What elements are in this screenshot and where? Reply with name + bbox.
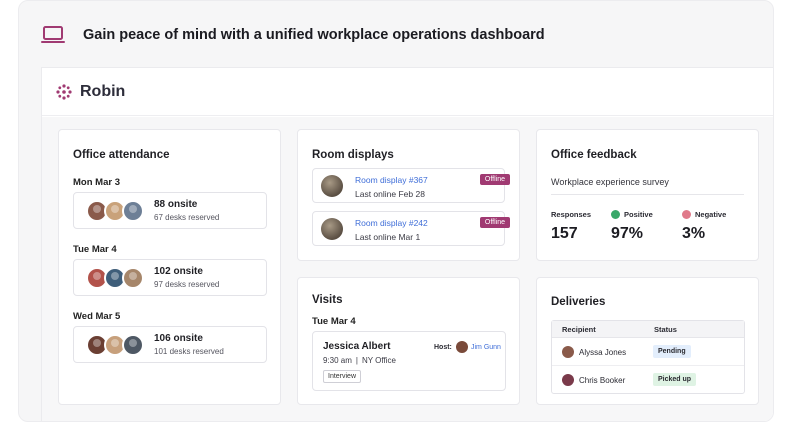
avatar: [122, 267, 144, 289]
deliveries-table: Recipient Status Alyssa Jones Pending Ch…: [551, 320, 745, 394]
attendance-day-label: Wed Mar 5: [73, 311, 121, 322]
avatar-group: [86, 267, 144, 289]
visit-separator: |: [355, 356, 358, 365]
robin-logo-icon: [56, 83, 72, 100]
stat-value: 97%: [611, 225, 644, 242]
divider: [551, 194, 744, 195]
status-badge: Picked up: [653, 373, 697, 386]
visit-type-tag: Interview: [323, 370, 362, 383]
negative-stat: Negative 3%: [682, 210, 726, 243]
attendance-day-label: Tue Mar 4: [73, 244, 117, 255]
visit-item[interactable]: Jessica Albert Host: Jim Gunn 9:30 am | …: [312, 331, 506, 391]
attendance-card: Office attendance Mon Mar 3 88 onsite 67…: [58, 129, 281, 405]
room-thumbnail: [321, 175, 343, 197]
visits-title: Visits: [312, 294, 343, 306]
host-label: Host:: [434, 344, 452, 351]
dashboard-header: Robin: [42, 68, 773, 116]
recipient-name: Alyssa Jones: [579, 348, 627, 357]
room-last-online: Last online Feb 28: [355, 189, 425, 199]
table-row[interactable]: Chris Booker Picked up: [552, 366, 744, 394]
host-avatar: [456, 341, 468, 353]
avatar: [562, 346, 574, 358]
attendance-day-card[interactable]: 102 onsite 97 desks reserved: [73, 259, 267, 296]
status-badge: Offline: [479, 217, 510, 228]
room-thumbnail: [321, 218, 343, 240]
table-header: Recipient Status: [552, 321, 744, 338]
stat-label: Positive: [624, 210, 653, 219]
deliveries-title: Deliveries: [551, 296, 606, 308]
room-displays-title: Room displays: [312, 149, 394, 161]
visit-time-location: 9:30 am | NY Office: [323, 356, 396, 365]
host-name-link[interactable]: Jim Gunn: [471, 344, 501, 351]
positive-stat: Positive 97%: [611, 210, 653, 243]
status-badge: Pending: [653, 345, 691, 358]
stat-label: Negative: [695, 210, 727, 219]
laptop-icon: [41, 26, 65, 43]
logo-text: Robin: [80, 82, 126, 100]
stat-value: 3%: [682, 225, 706, 242]
visits-card: Visits Tue Mar 4 Jessica Albert Host: Ji…: [297, 277, 520, 405]
room-display-link[interactable]: Room display #242: [355, 218, 428, 228]
headline-text: Gain peace of mind with a unified workpl…: [83, 27, 545, 43]
recipient-name: Chris Booker: [579, 376, 626, 385]
room-displays-card: Room displays Room display #367 Last onl…: [297, 129, 520, 261]
column-header-status: Status: [654, 325, 677, 334]
feature-panel: Gain peace of mind with a unified workpl…: [18, 0, 774, 422]
headline: Gain peace of mind with a unified workpl…: [41, 25, 545, 45]
avatar: [122, 200, 144, 222]
desks-reserved: 101 desks reserved: [154, 347, 224, 356]
onsite-count: 88 onsite: [154, 199, 198, 210]
dashboard-preview: Robin Office attendance Mon Mar 3 88 ons…: [41, 67, 773, 421]
room-display-item[interactable]: Room display #242 Last online Mar 1 Offl…: [312, 211, 510, 246]
avatar-group: [86, 200, 144, 222]
responses-stat: Responses 157: [551, 210, 591, 243]
visits-day-label: Tue Mar 4: [312, 316, 356, 327]
room-last-online: Last online Mar 1: [355, 232, 421, 242]
feedback-title: Office feedback: [551, 149, 637, 161]
column-header-recipient: Recipient: [562, 325, 596, 334]
smile-icon: [611, 210, 620, 219]
room-display-link[interactable]: Room display #367: [355, 175, 428, 185]
avatar: [562, 374, 574, 386]
dashboard-body: Office attendance Mon Mar 3 88 onsite 67…: [42, 117, 773, 421]
stat-label: Responses: [551, 210, 592, 219]
attendance-day-card[interactable]: 106 onsite 101 desks reserved: [73, 326, 267, 363]
stat-value: 157: [551, 225, 578, 242]
table-row[interactable]: Alyssa Jones Pending: [552, 338, 744, 366]
survey-name: Workplace experience survey: [551, 177, 669, 187]
room-display-item[interactable]: Room display #367 Last online Feb 28 Off…: [312, 168, 510, 203]
attendance-day-label: Mon Mar 3: [73, 177, 120, 188]
visit-location: NY Office: [361, 356, 396, 365]
visit-time: 9:30 am: [323, 356, 352, 365]
desks-reserved: 97 desks reserved: [154, 280, 220, 289]
avatar: [122, 334, 144, 356]
attendance-title: Office attendance: [73, 149, 170, 161]
avatar-group: [86, 334, 144, 356]
deliveries-card: Deliveries Recipient Status Alyssa Jones…: [536, 277, 759, 405]
attendance-day-card[interactable]: 88 onsite 67 desks reserved: [73, 192, 267, 229]
desks-reserved: 67 desks reserved: [154, 213, 220, 222]
onsite-count: 102 onsite: [154, 266, 203, 277]
status-badge: Offline: [479, 174, 510, 185]
feedback-card: Office feedback Workplace experience sur…: [536, 129, 759, 261]
onsite-count: 106 onsite: [154, 333, 203, 344]
visitor-name: Jessica Albert: [323, 341, 391, 352]
frown-icon: [682, 210, 691, 219]
